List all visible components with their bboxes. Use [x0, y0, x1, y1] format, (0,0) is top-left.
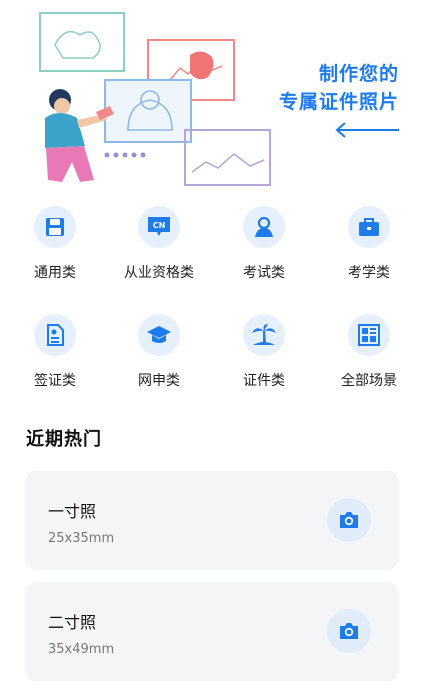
camera-button[interactable] [327, 609, 371, 653]
cn-badge-text: CN [153, 221, 166, 230]
category-certificate[interactable]: 证件类 [211, 308, 317, 398]
category-general[interactable]: 通用类 [2, 200, 108, 290]
hot-section-title: 近期热门 [26, 429, 102, 450]
camera-icon [340, 512, 358, 528]
category-all-scenes[interactable]: 全部场景 [316, 308, 422, 398]
camera-button[interactable] [327, 498, 371, 542]
category-label: 考试类 [243, 265, 285, 281]
arrow-left-icon [335, 122, 399, 138]
hot-item-name: 一寸照 [48, 502, 97, 521]
hot-item-two-inch[interactable]: 二寸照 35x49mm [25, 582, 399, 681]
hot-item-name: 二寸照 [48, 613, 97, 632]
camera-icon [340, 623, 358, 639]
cn-badge-icon: CN [138, 206, 180, 248]
briefcase-icon [348, 206, 390, 248]
hot-item-one-inch[interactable]: 一寸照 25x35mm [25, 471, 399, 570]
banner-line-2: 专属证件照片 [278, 91, 399, 113]
banner-headline: 制作您的 专属证件照片 [279, 60, 399, 116]
category-label: 通用类 [34, 265, 76, 281]
graduation-cap-icon [138, 314, 180, 356]
all-scenes-grid-icon [348, 314, 390, 356]
category-label: 从业资格类 [124, 265, 194, 281]
category-online-application[interactable]: 网申类 [106, 308, 212, 398]
category-visa[interactable]: 签证类 [2, 308, 108, 398]
hot-item-size: 25x35mm [48, 531, 115, 546]
hero-banner[interactable]: 制作您的 专属证件照片 [0, 0, 423, 190]
category-label: 签证类 [34, 373, 76, 389]
category-study[interactable]: 考学类 [316, 200, 422, 290]
category-exam[interactable]: 考试类 [211, 200, 317, 290]
person-id-icon [243, 206, 285, 248]
category-label: 网申类 [138, 373, 180, 389]
banner-line-1: 制作您的 [318, 63, 399, 85]
category-qualification[interactable]: CN 从业资格类 [106, 200, 212, 290]
banner-illustration-icon [39, 12, 271, 186]
category-label: 全部场景 [341, 373, 397, 389]
palm-tree-icon [243, 314, 285, 356]
save-disk-icon [34, 206, 76, 248]
visa-document-icon [34, 314, 76, 356]
category-label: 考学类 [348, 265, 390, 281]
hot-item-size: 35x49mm [48, 642, 115, 657]
category-label: 证件类 [243, 373, 285, 389]
